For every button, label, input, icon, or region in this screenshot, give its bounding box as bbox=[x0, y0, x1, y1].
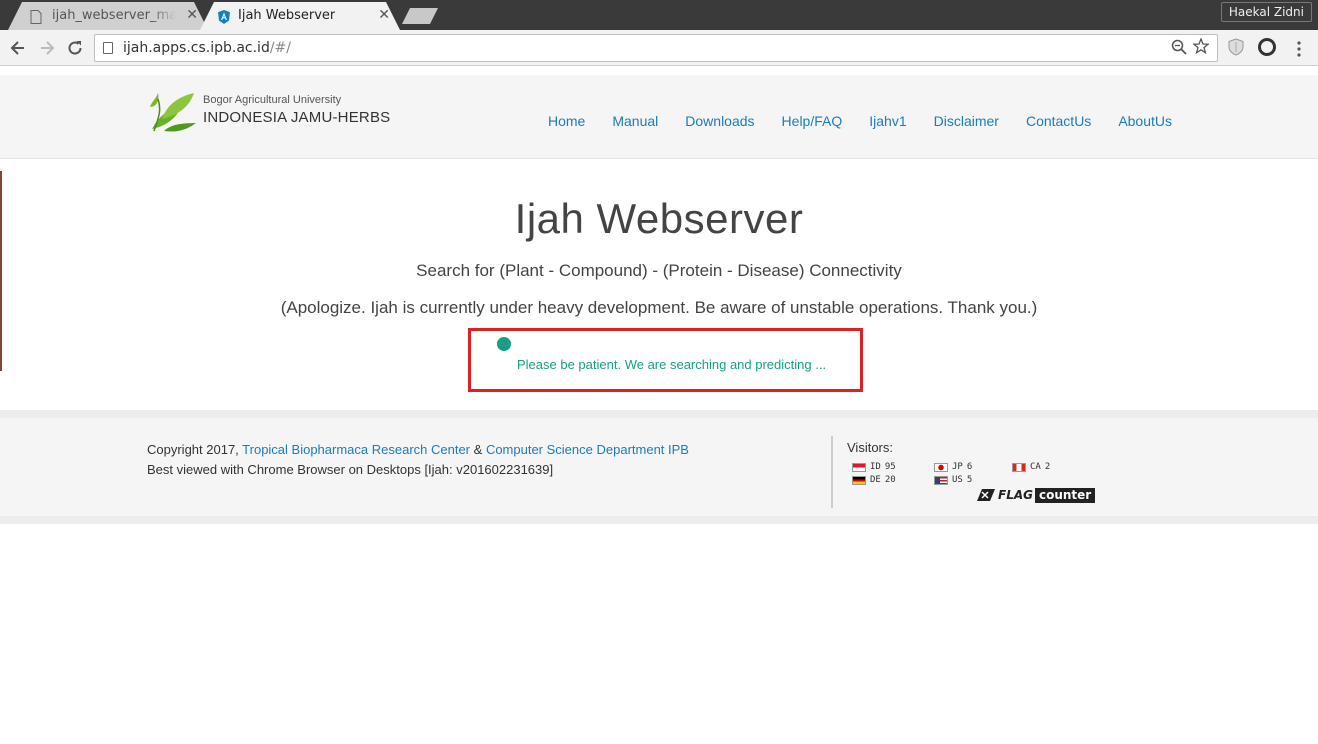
web-page: Bogor Agricultural University INDONESIA … bbox=[0, 67, 1318, 744]
nav-link-contactus[interactable]: ContactUs bbox=[1026, 113, 1091, 129]
browser-note: Best viewed with Chrome Browser on Deskt… bbox=[147, 462, 554, 477]
address-bar[interactable]: ijah.apps.cs.ipb.ac.id/#/ bbox=[94, 34, 1218, 62]
new-tab-button[interactable] bbox=[402, 8, 438, 24]
back-arrow-icon[interactable] bbox=[8, 38, 28, 58]
browser-tab-manual[interactable]: ijah_webserver_manual ✕ bbox=[8, 2, 208, 30]
close-tab-icon[interactable]: ✕ bbox=[186, 7, 198, 23]
development-notice: (Apologize. Ijah is currently under heav… bbox=[280, 298, 1038, 317]
browser-tab-title: Ijah Webserver bbox=[238, 8, 336, 23]
browser-tab-title: ijah_webserver_manual bbox=[52, 8, 176, 23]
bookmark-star-icon[interactable] bbox=[1193, 38, 1209, 54]
site-footer: Copyright 2017, Tropical Biopharmaca Res… bbox=[0, 410, 1318, 524]
shield-extension-icon[interactable] bbox=[1228, 38, 1244, 56]
germany-flag-icon bbox=[852, 475, 866, 485]
close-tab-icon[interactable]: ✕ bbox=[378, 7, 390, 23]
zoom-icon[interactable] bbox=[1171, 39, 1187, 55]
visitor-count-jp: JP 6 bbox=[934, 462, 972, 472]
nav-link-aboutus[interactable]: AboutUs bbox=[1118, 113, 1172, 129]
country-count: 6 bbox=[966, 462, 973, 472]
nav-link-downloads[interactable]: Downloads bbox=[685, 113, 754, 129]
indonesia-flag-icon bbox=[852, 462, 866, 472]
document-icon bbox=[30, 10, 42, 24]
cs-department-link[interactable]: Computer Science Department IPB bbox=[486, 442, 689, 457]
country-count: 20 bbox=[884, 475, 896, 485]
flag-counter-flag-text: FLAG bbox=[998, 488, 1033, 502]
country-count: 2 bbox=[1044, 462, 1051, 472]
ampersand: & bbox=[473, 442, 483, 457]
copyright-prefix: Copyright 2017, bbox=[147, 442, 239, 457]
brand-subtitle: Bogor Agricultural University bbox=[203, 94, 342, 106]
browser-menu-icon[interactable] bbox=[1294, 41, 1304, 57]
nav-link-ijahv1[interactable]: Ijahv1 bbox=[869, 113, 906, 129]
footer-copyright: Copyright 2017, Tropical Biopharmaca Res… bbox=[147, 440, 689, 480]
url-path: /#/ bbox=[269, 40, 292, 56]
loading-message: Please be patient. We are searching and … bbox=[517, 357, 827, 372]
reload-icon[interactable] bbox=[65, 38, 85, 58]
country-code: CA bbox=[1030, 462, 1041, 472]
visitor-count-de: DE 20 bbox=[852, 475, 896, 485]
country-code: ID bbox=[870, 462, 881, 472]
country-count: 5 bbox=[966, 475, 973, 485]
browser-toolbar: ijah.apps.cs.ipb.ac.id/#/ bbox=[0, 30, 1318, 66]
japan-flag-icon bbox=[934, 462, 948, 472]
visitor-count-us: US 5 bbox=[934, 475, 972, 485]
visitor-count-ca: CA 2 bbox=[1012, 462, 1050, 472]
footer-divider-bottom bbox=[0, 516, 1318, 524]
country-code: DE bbox=[870, 475, 881, 485]
nav-link-home[interactable]: Home bbox=[548, 113, 585, 129]
country-code: JP bbox=[952, 462, 963, 472]
flag-counter-logo-icon bbox=[977, 489, 995, 501]
extension-ring-icon[interactable] bbox=[1258, 38, 1276, 56]
visitors-label: Visitors: bbox=[847, 440, 893, 455]
footer-vertical-divider bbox=[831, 436, 833, 508]
country-count: 95 bbox=[884, 462, 896, 472]
footer-divider-top bbox=[0, 410, 1318, 418]
profile-button[interactable]: Haekal Zidni bbox=[1220, 2, 1312, 22]
nav-link-manual[interactable]: Manual bbox=[612, 113, 658, 129]
country-code: US bbox=[952, 475, 963, 485]
page-subtitle: Search for (Plant - Compound) - (Protein… bbox=[416, 261, 902, 280]
url-host: ijah.apps.cs.ipb.ac.id bbox=[123, 40, 270, 56]
leaf-logo-icon bbox=[150, 93, 196, 132]
main-nav: Home Manual Downloads Help/FAQ Ijahv1 Di… bbox=[548, 113, 1172, 129]
usa-flag-icon bbox=[934, 475, 948, 485]
flag-counter-counter-text: counter bbox=[1034, 487, 1096, 503]
nav-link-disclaimer[interactable]: Disclaimer bbox=[934, 113, 999, 129]
copyright-line: Copyright 2017, Tropical Biopharmaca Res… bbox=[147, 440, 689, 460]
browser-tab-ijah[interactable]: Ijah Webserver ✕ bbox=[200, 2, 400, 30]
site-navbar: Bogor Agricultural University INDONESIA … bbox=[0, 75, 1318, 159]
canada-flag-icon bbox=[1012, 462, 1026, 472]
tropical-biopharmaca-link[interactable]: Tropical Biopharmaca Research Center bbox=[242, 442, 470, 457]
page-info-icon[interactable] bbox=[103, 42, 113, 54]
loading-status-box: Please be patient. We are searching and … bbox=[468, 328, 863, 392]
flag-counter-badge[interactable]: FLAG counter bbox=[976, 487, 1096, 503]
browser-tab-strip: ijah_webserver_manual ✕ Ijah Webserver ✕… bbox=[0, 0, 1318, 30]
loading-spinner-icon bbox=[497, 337, 511, 351]
nav-link-help-faq[interactable]: Help/FAQ bbox=[782, 113, 843, 129]
angular-favicon-icon bbox=[218, 10, 230, 24]
forward-arrow-icon[interactable] bbox=[37, 38, 57, 58]
brand-title: INDONESIA JAMU-HERBS bbox=[203, 109, 391, 126]
url-text: ijah.apps.cs.ipb.ac.id/#/ bbox=[123, 40, 291, 56]
visitor-count-id: ID 95 bbox=[852, 462, 896, 472]
page-title: Ijah Webserver bbox=[514, 195, 804, 242]
